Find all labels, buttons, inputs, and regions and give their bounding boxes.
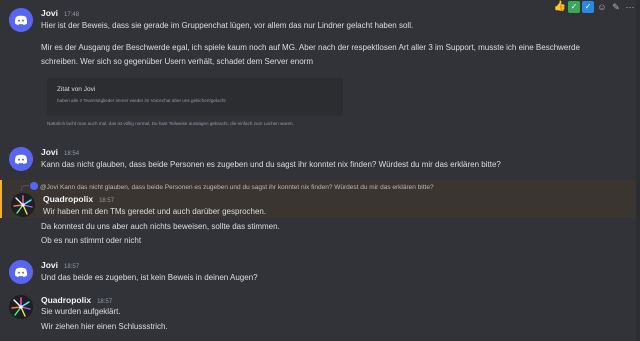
reply-text[interactable]: @Jovi Kann das nicht glauben, dass beide…	[40, 184, 434, 191]
message: Jovi 18:54 Kann das nicht glauben, dass b…	[0, 145, 640, 177]
discord-logo-icon	[9, 260, 33, 284]
discord-logo-icon	[9, 8, 33, 32]
avatar[interactable]	[9, 147, 33, 171]
discord-logo-icon	[9, 147, 33, 171]
message-text: Kann das nicht glauben, dass beide Perso…	[41, 160, 501, 169]
avatar[interactable]	[9, 8, 33, 32]
author-label[interactable]: Jovi	[41, 8, 58, 18]
message-text: Sie wurden aufgeklärt.	[41, 307, 121, 316]
reply-avatar	[30, 182, 38, 190]
message-highlighted: @Jovi Kann das nicht glauben, dass beide…	[0, 180, 640, 218]
message-text: schreiben. Wer sich so gegenüber Usern v…	[41, 57, 313, 66]
chat-panel: 👍 ✓ ✓ ☺ ✎ ⋯ Jovi 17:48 Hier ist der Bewei…	[0, 0, 640, 341]
message-text: Wir ziehen hier einen Schlussstrich.	[41, 322, 168, 331]
reply-connector	[21, 185, 29, 191]
avatar[interactable]	[9, 260, 33, 284]
message-text: Wir haben mit den TMs geredet und auch d…	[43, 207, 267, 216]
quote-title: Zitat von Jovi	[57, 86, 96, 93]
message: Jovi 17:48 Hier ist der Beweis, dass sie …	[0, 0, 640, 135]
fireworks-avatar-icon	[9, 295, 33, 319]
timestamp: 18:54	[64, 151, 80, 157]
message-text: Da konntest du uns aber auch nichts bewe…	[41, 222, 280, 231]
timestamp: 17:48	[64, 12, 80, 18]
author-label[interactable]: Jovi	[41, 147, 58, 157]
reply-reference[interactable]: @Jovi Kann das nicht glauben, dass beide…	[30, 182, 434, 191]
author-name[interactable]: Quadropolix 18:57	[43, 194, 114, 204]
message: Jovi 18:57 Und das beide es zugeben, ist …	[0, 258, 640, 290]
author-name[interactable]: Jovi 18:54	[41, 147, 79, 157]
timestamp: 18:57	[97, 299, 113, 305]
message-text: Hier ist der Beweis, dass sie gerade im …	[41, 21, 414, 30]
avatar[interactable]	[9, 295, 33, 319]
timestamp: 18:57	[64, 264, 80, 270]
small-text: Natürlich lacht man auch mal, das ist vö…	[47, 121, 294, 126]
quote-body: haben alle 3 Teammitglieder immer wieder…	[57, 98, 226, 103]
author-name[interactable]: Jovi 17:48	[41, 8, 79, 18]
author-label[interactable]: Quadropolix	[43, 194, 93, 204]
author-name[interactable]: Jovi 18:57	[41, 260, 79, 270]
timestamp: 18:57	[99, 198, 115, 204]
scrollbar-track[interactable]	[636, 0, 640, 341]
author-name[interactable]: Quadropolix 18:57	[41, 295, 112, 305]
message-text: Mir es der Ausgang der Beschwerde egal, …	[41, 43, 580, 52]
author-label[interactable]: Quadropolix	[41, 295, 91, 305]
author-label[interactable]: Jovi	[41, 260, 58, 270]
quote-block: Zitat von Jovi haben alle 3 Teammitglied…	[47, 78, 343, 116]
message: Quadropolix 18:57 Sie wurden aufgeklärt. …	[0, 293, 640, 339]
message-text: Ob es nun stimmt oder nicht	[41, 236, 142, 245]
fireworks-avatar-icon	[11, 193, 35, 217]
avatar[interactable]	[11, 193, 35, 217]
message-text: Und das beide es zugeben, ist kein Bewei…	[41, 273, 258, 282]
